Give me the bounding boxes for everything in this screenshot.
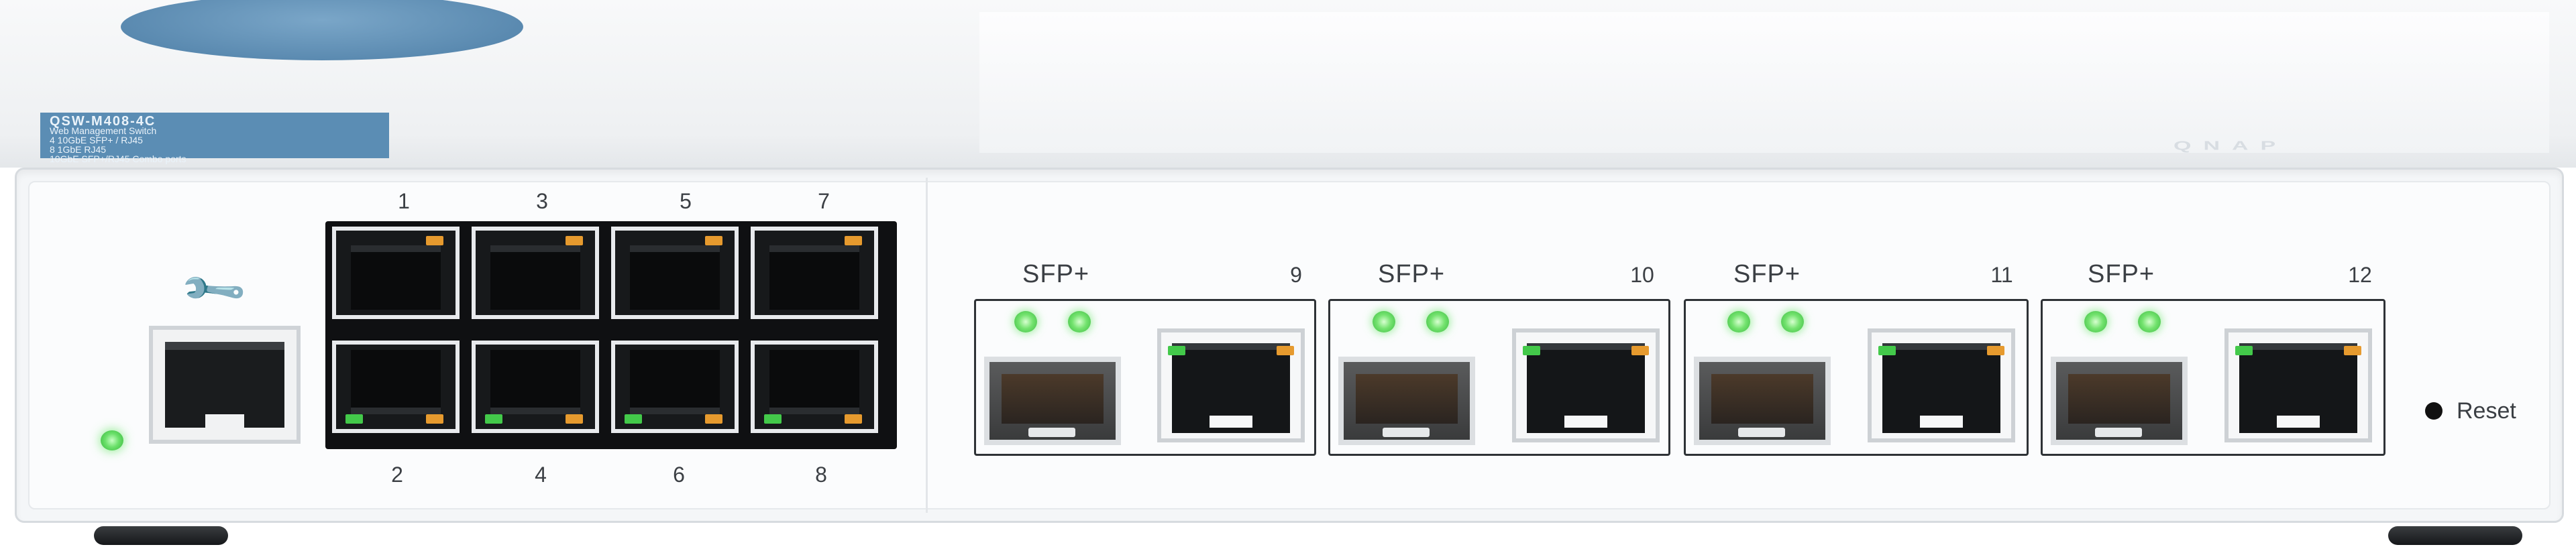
sfp-led-11a (1727, 311, 1750, 332)
model-spec-line-3: 10GbE SFP+/RJ45 Combo ports (50, 154, 186, 164)
sfp-cage-12[interactable] (2051, 357, 2188, 445)
port-label-11: 11 (1990, 263, 2013, 287)
power-led (101, 430, 123, 450)
model-subtitle: Web Management Switch (50, 125, 157, 136)
sfp-label-11: SFP+ (1733, 260, 1801, 288)
port-label-6: 6 (673, 463, 685, 487)
port-label-1: 1 (398, 189, 410, 213)
rj45-port-5[interactable] (611, 227, 739, 319)
rj45-port-12[interactable] (2224, 328, 2372, 442)
sfp-led-10a (1373, 311, 1395, 332)
sfp-label-12: SFP+ (2088, 260, 2155, 288)
port-label-8: 8 (815, 463, 827, 487)
brand-logo: QNAP (2174, 138, 2288, 153)
port-label-10: 10 (1630, 263, 1654, 287)
rj45-port-6[interactable] (611, 341, 739, 433)
sfp-led-12b (2138, 311, 2161, 332)
model-spec-line-1: 4 10GbE SFP+ / RJ45 (50, 135, 143, 145)
sfp-cage-11[interactable] (1694, 357, 1831, 445)
port-label-12: 12 (2348, 263, 2372, 287)
rj45-port-4[interactable] (472, 341, 599, 433)
sfp-led-10b (1426, 311, 1449, 332)
rj45-port-1[interactable] (332, 227, 460, 319)
sfp-led-11b (1781, 311, 1804, 332)
sfp-led-9a (1014, 311, 1037, 332)
sfp-led-9b (1068, 311, 1091, 332)
sfp-led-12a (2084, 311, 2107, 332)
sfp-label-9: SFP+ (1022, 260, 1090, 288)
port-label-5: 5 (680, 189, 692, 213)
rj45-port-7[interactable] (751, 227, 878, 319)
rj45-port-9[interactable] (1157, 328, 1305, 442)
sfp-cage-10[interactable] (1338, 357, 1475, 445)
rubber-foot-left (94, 526, 228, 545)
sfp-cage-9[interactable] (984, 357, 1121, 445)
rj45-port-3[interactable] (472, 227, 599, 319)
rubber-foot-right (2388, 526, 2522, 545)
reset-label: Reset (2457, 398, 2516, 424)
model-label: QSW-M408-4C Web Management Switch 4 10Gb… (40, 113, 389, 164)
model-spec-line-2: 8 1GbE RJ45 (50, 144, 107, 155)
port-label-2: 2 (391, 463, 403, 487)
port-label-7: 7 (818, 189, 830, 213)
port-label-3: 3 (536, 189, 548, 213)
port-label-9: 9 (1290, 263, 1302, 287)
model-name: QSW-M408-4C (50, 114, 156, 129)
rj45-port-10[interactable] (1512, 328, 1660, 442)
rj45-port-11[interactable] (1868, 328, 2015, 442)
panel-divider (926, 178, 928, 513)
reset-button[interactable] (2425, 402, 2443, 420)
rj45-port-2[interactable] (332, 341, 460, 433)
sfp-label-10: SFP+ (1378, 260, 1446, 288)
console-port[interactable] (149, 326, 301, 444)
rj45-port-8[interactable] (751, 341, 878, 433)
port-label-4: 4 (535, 463, 547, 487)
